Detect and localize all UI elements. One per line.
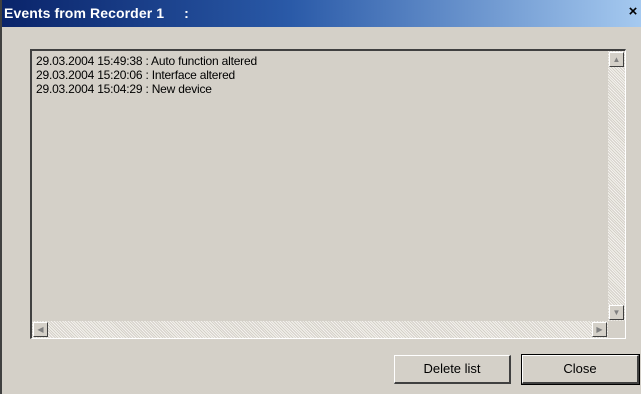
list-item[interactable]: 29.03.2004 15:49:38 : Auto function alte… xyxy=(36,54,596,68)
scrollbar-corner xyxy=(608,321,625,338)
close-icon[interactable]: × xyxy=(625,4,641,20)
delete-list-button[interactable]: Delete list xyxy=(394,355,511,384)
events-dialog: Events from Recorder 1 : × 29.03.2004 15… xyxy=(0,0,641,394)
scroll-up-icon[interactable]: ▲ xyxy=(609,52,624,67)
scroll-right-icon[interactable]: ▶ xyxy=(592,322,607,337)
list-item[interactable]: 29.03.2004 15:04:29 : New device xyxy=(36,82,596,96)
scroll-left-icon[interactable]: ◀ xyxy=(33,322,48,337)
scroll-down-icon[interactable]: ▼ xyxy=(609,305,624,320)
vertical-scrollbar[interactable]: ▲ ▼ xyxy=(608,51,625,322)
events-listbox[interactable]: 29.03.2004 15:49:38 : Auto function alte… xyxy=(30,49,626,339)
title-bar[interactable]: Events from Recorder 1 : × xyxy=(2,0,641,27)
list-item[interactable]: 29.03.2004 15:20:06 : Interface altered xyxy=(36,68,596,82)
close-button[interactable]: Close xyxy=(521,354,640,385)
event-list: 29.03.2004 15:49:38 : Auto function alte… xyxy=(36,54,596,96)
window-title: Events from Recorder 1 : xyxy=(4,5,189,21)
horizontal-scrollbar[interactable]: ◀ ▶ xyxy=(32,321,608,338)
